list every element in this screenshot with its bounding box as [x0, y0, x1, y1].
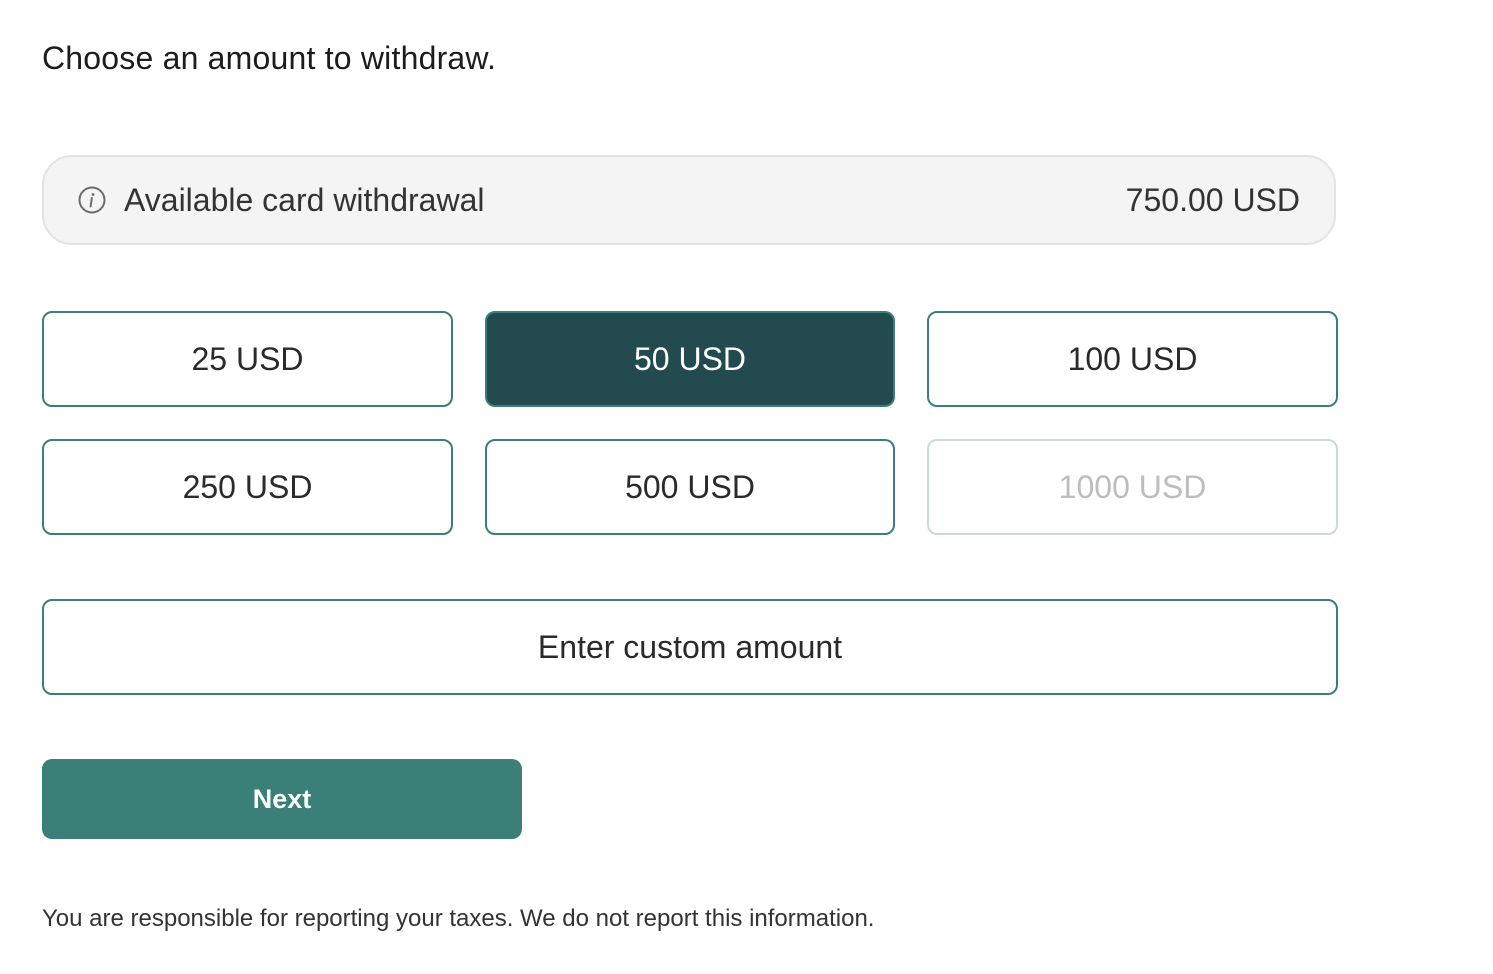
- custom-amount-button[interactable]: Enter custom amount: [42, 599, 1338, 695]
- tax-disclaimer: You are responsible for reporting your t…: [42, 905, 875, 932]
- amount-option-1000: 1000 USD: [927, 439, 1338, 535]
- amount-option-100[interactable]: 100 USD: [927, 311, 1338, 407]
- page-title: Choose an amount to withdraw.: [42, 40, 497, 76]
- info-icon: [78, 186, 106, 214]
- amount-option-500[interactable]: 500 USD: [485, 439, 895, 535]
- withdraw-page: Choose an amount to withdraw. Available …: [0, 0, 1493, 974]
- available-withdrawal-value: 750.00 USD: [1125, 181, 1300, 218]
- available-withdrawal-label: Available card withdrawal: [124, 181, 485, 218]
- available-withdrawal-banner: Available card withdrawal 750.00 USD: [42, 155, 1336, 245]
- next-button[interactable]: Next: [42, 759, 522, 839]
- amount-option-250[interactable]: 250 USD: [42, 439, 453, 535]
- amount-options: 25 USD 50 USD 100 USD 250 USD 500 USD 10…: [42, 311, 1338, 535]
- amount-option-25[interactable]: 25 USD: [42, 311, 453, 407]
- amount-option-50[interactable]: 50 USD: [485, 311, 895, 407]
